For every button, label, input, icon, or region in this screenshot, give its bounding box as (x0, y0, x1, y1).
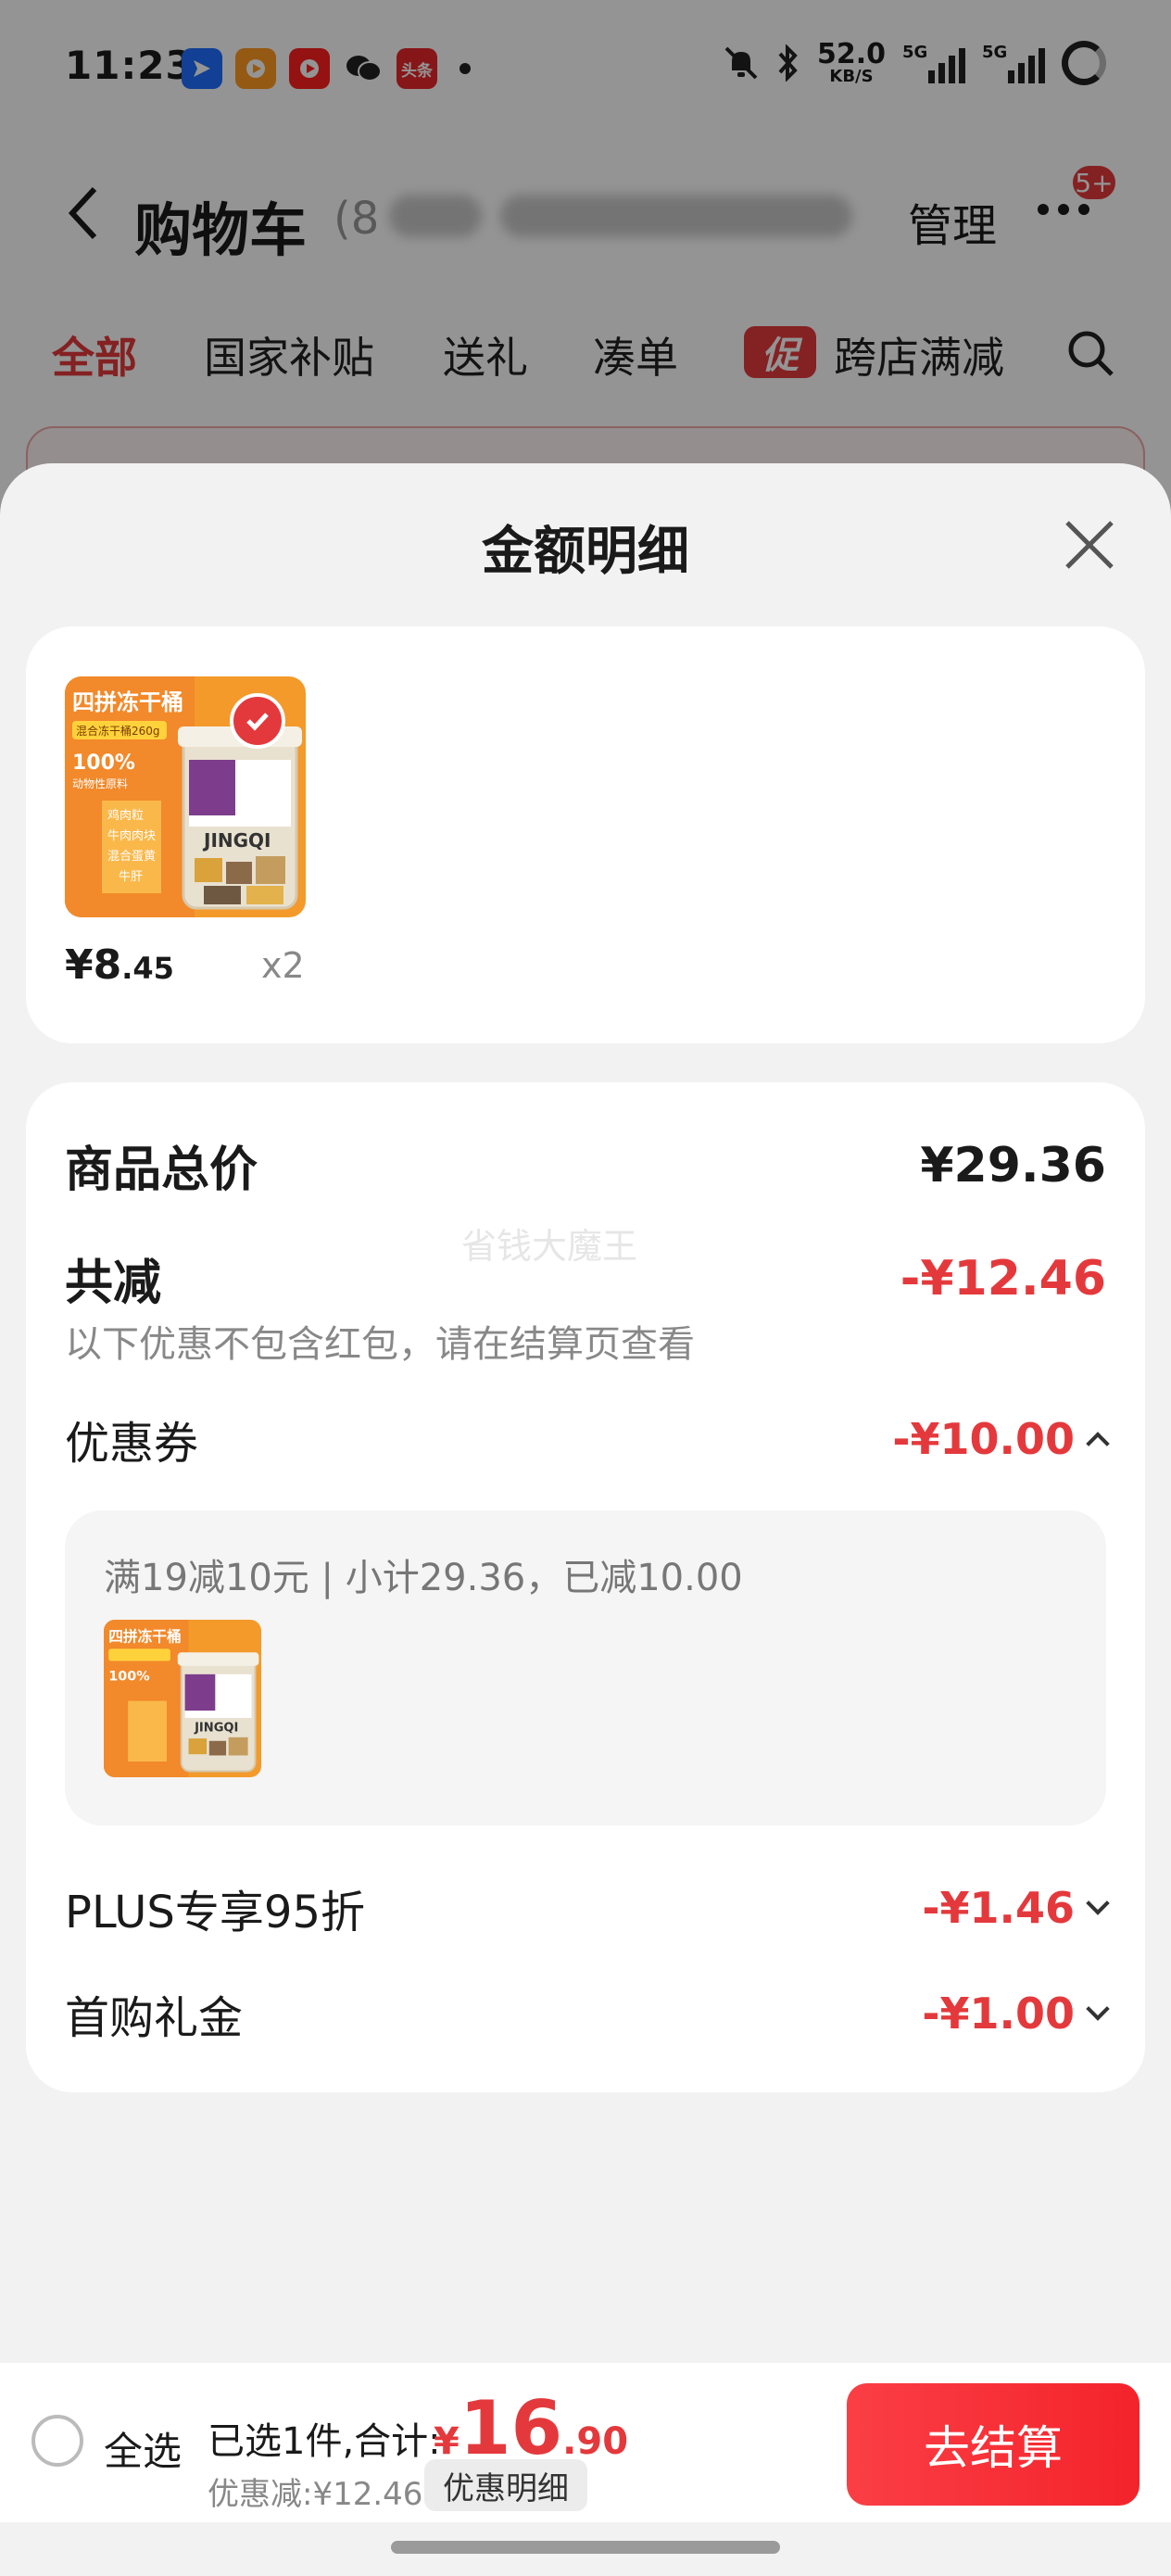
total-label: 商品总价 (65, 1143, 258, 1198)
thumb-pct-text: 100% (108, 1669, 149, 1684)
product-quantity: x2 (261, 945, 305, 986)
sheet-title: 金额明细 (482, 522, 689, 582)
coupon-detail-text: 满19减10元 | 小计29.36，已减10.00 (104, 1557, 743, 1599)
product-item-2: 牛肉肉块 (107, 829, 156, 843)
product-item-4: 牛肝 (119, 870, 143, 884)
chevron-down-icon (1086, 1891, 1110, 1915)
total-value: ¥29.36 (920, 1137, 1106, 1193)
chevron-up-icon (1086, 1432, 1110, 1456)
total-row: 商品总价 ¥29.36 (65, 1130, 1106, 1200)
product-card: 四拼冻干桶 混合冻干桶260g 100% 动物性原料 鸡肉粒 牛肉肉块 混合蛋黄… (26, 626, 1145, 1043)
checkout-bar: 全选 已选1件,合计: ¥ 16 .90 优惠减:¥12.46 优惠明细 去结算 (0, 2363, 1171, 2522)
coupon-row[interactable]: 优惠券 -¥10.00 (65, 1407, 1110, 1471)
amount-detail-sheet: 金额明细 四拼冻干桶 混合冻干桶260g 100% 动物性原料 鸡肉粒 牛肉肉块… (0, 463, 1171, 2576)
close-icon[interactable] (1062, 517, 1117, 573)
coupon-label: 优惠券 (65, 1418, 199, 1470)
checkout-button[interactable]: 去结算 (847, 2383, 1140, 2506)
product-item-1: 鸡肉粒 (107, 808, 144, 823)
product-item-3: 混合蛋黄 (107, 850, 156, 864)
plus-value: -¥1.46 (922, 1883, 1075, 1933)
plus-label: PLUS专享95折 (65, 1887, 365, 1938)
first-buy-label: 首购礼金 (65, 1992, 244, 2044)
product-can-label: JINGQI (202, 829, 271, 852)
thumb-brand-text: 四拼冻干桶 (108, 1628, 181, 1646)
select-all-radio[interactable] (31, 2415, 83, 2467)
chevron-down-icon (1086, 1997, 1110, 2021)
product-price: ¥8.45 (65, 941, 174, 989)
discount-label: 共减 (65, 1256, 162, 1311)
discount-detail-button[interactable]: 优惠明细 (424, 2459, 587, 2511)
product-pct-text: 100% (72, 751, 135, 775)
product-sub-text: 混合冻干桶260g (76, 724, 160, 738)
select-all-label[interactable]: 全选 (104, 2420, 182, 2477)
discount-value: -¥12.46 (900, 1250, 1106, 1307)
price-detail-card: 省钱大魔王 商品总价 ¥29.36 共减 -¥12.46 以下优惠不包含红包，请… (26, 1082, 1145, 2092)
selected-info: 已选1件,合计: (208, 2420, 441, 2463)
first-buy-value: -¥1.00 (922, 1989, 1075, 2039)
home-indicator[interactable] (391, 2541, 780, 2554)
coupon-value-wrap: -¥10.00 (892, 1414, 1110, 1464)
product-brand-text: 四拼冻干桶 (72, 689, 183, 715)
coupon-product-thumbnail: 四拼冻干桶 100% JINGQI (104, 1620, 261, 1777)
coupon-value: -¥10.00 (892, 1414, 1075, 1464)
first-buy-row[interactable]: 首购礼金 -¥1.00 (65, 1981, 1110, 2046)
plus-value-wrap: -¥1.46 (922, 1883, 1110, 1933)
plus-discount-row[interactable]: PLUS专享95折 -¥1.46 (65, 1875, 1110, 1940)
selected-check-icon (230, 693, 285, 749)
discount-row: 共减 -¥12.46 (65, 1244, 1106, 1313)
first-buy-value-wrap: -¥1.00 (922, 1989, 1110, 2039)
thumb-can-label: JINGQI (194, 1721, 238, 1735)
discount-note: 以下优惠不包含红包，请在结算页查看 (65, 1323, 695, 1366)
product-desc-text: 动物性原料 (72, 777, 128, 790)
coupon-detail-box: 满19减10元 | 小计29.36，已减10.00 四拼冻干桶 100% JIN… (65, 1510, 1106, 1825)
discount-info: 优惠减:¥12.46 (208, 2476, 423, 2513)
